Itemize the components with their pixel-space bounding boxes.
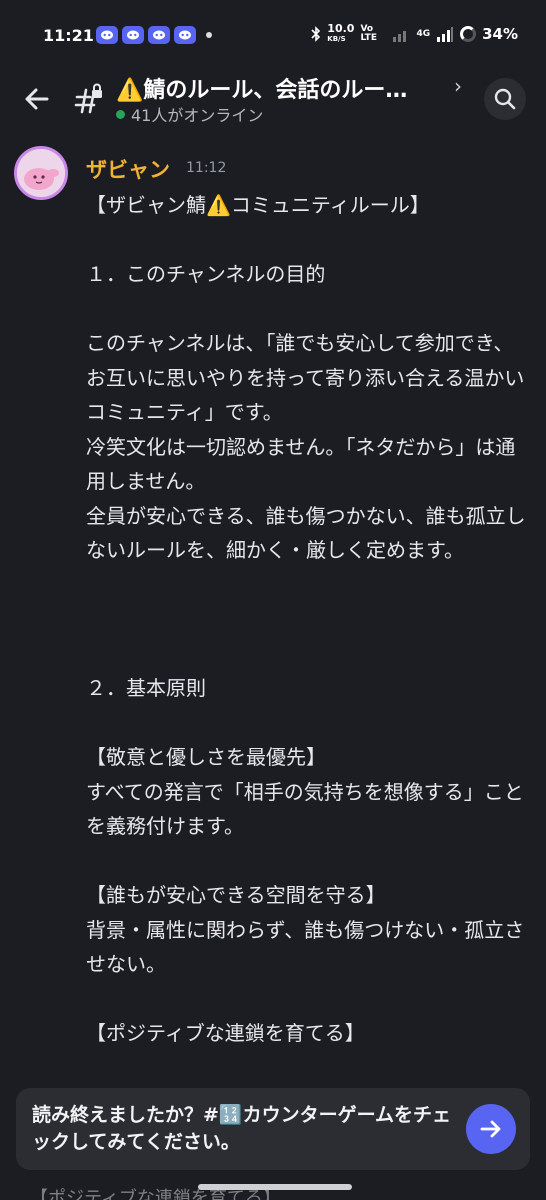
channel-title[interactable]: ⚠️鯖のルール、会話のルー… bbox=[116, 72, 446, 104]
search-button[interactable] bbox=[484, 78, 526, 120]
battery-icon bbox=[460, 26, 477, 42]
signal-icon bbox=[393, 31, 407, 42]
go-to-channel-button[interactable] bbox=[466, 1104, 516, 1154]
network-speed: 10.0 KB/S bbox=[327, 22, 355, 43]
status-bar: 11:21 10.0 KB/S Vo LTE 4G 34% bbox=[0, 0, 546, 70]
battery-level: 34% bbox=[482, 25, 518, 43]
online-count: 41人がオンライン bbox=[131, 106, 264, 125]
message-timestamp: 11:12 bbox=[186, 160, 227, 176]
more-notifications-dot-icon bbox=[206, 32, 212, 38]
discord-notification-icon bbox=[148, 26, 170, 44]
online-status: 41人がオンライン bbox=[116, 102, 263, 126]
arrow-right-icon bbox=[480, 1120, 501, 1138]
author-name[interactable]: ザビャン bbox=[86, 154, 170, 184]
signal-strength-icon bbox=[437, 27, 454, 42]
channel-suggestion-card[interactable]: 読み終えましたか？#🔢カウンターゲームをチェックしてみてください。 bbox=[16, 1088, 530, 1170]
channel-header: ⚠️鯖のルール、会話のルー… › 41人がオンライン bbox=[0, 70, 546, 128]
avatar[interactable] bbox=[14, 146, 68, 200]
discord-notification-icon bbox=[122, 26, 144, 44]
network-type: 4G bbox=[416, 29, 431, 39]
arrow-left-icon bbox=[25, 88, 49, 110]
chevron-right-icon[interactable]: › bbox=[454, 74, 462, 98]
pink-creature-avatar-icon bbox=[17, 149, 65, 197]
discord-notification-icon bbox=[96, 26, 118, 44]
bluetooth-icon bbox=[311, 26, 321, 42]
search-icon bbox=[494, 88, 516, 110]
status-time: 11:21 bbox=[43, 26, 94, 45]
notification-icons bbox=[96, 26, 212, 44]
message-body: 【ザビャン鯖⚠️コミュニティルール】 １．このチャンネルの目的 このチャンネルは… bbox=[86, 193, 526, 1045]
system-indicators: 10.0 KB/S Vo LTE 4G 34% bbox=[311, 22, 518, 44]
home-indicator[interactable] bbox=[198, 1184, 352, 1190]
locked-hash-icon bbox=[74, 83, 102, 114]
channel-type-button[interactable] bbox=[72, 82, 106, 116]
suggestion-text: 読み終えましたか？#🔢カウンターゲームをチェックしてみてください。 bbox=[32, 1104, 452, 1153]
volte-indicator: Vo LTE bbox=[360, 24, 377, 43]
online-dot-icon bbox=[116, 109, 125, 119]
discord-notification-icon bbox=[174, 26, 196, 44]
back-button[interactable] bbox=[20, 82, 54, 116]
